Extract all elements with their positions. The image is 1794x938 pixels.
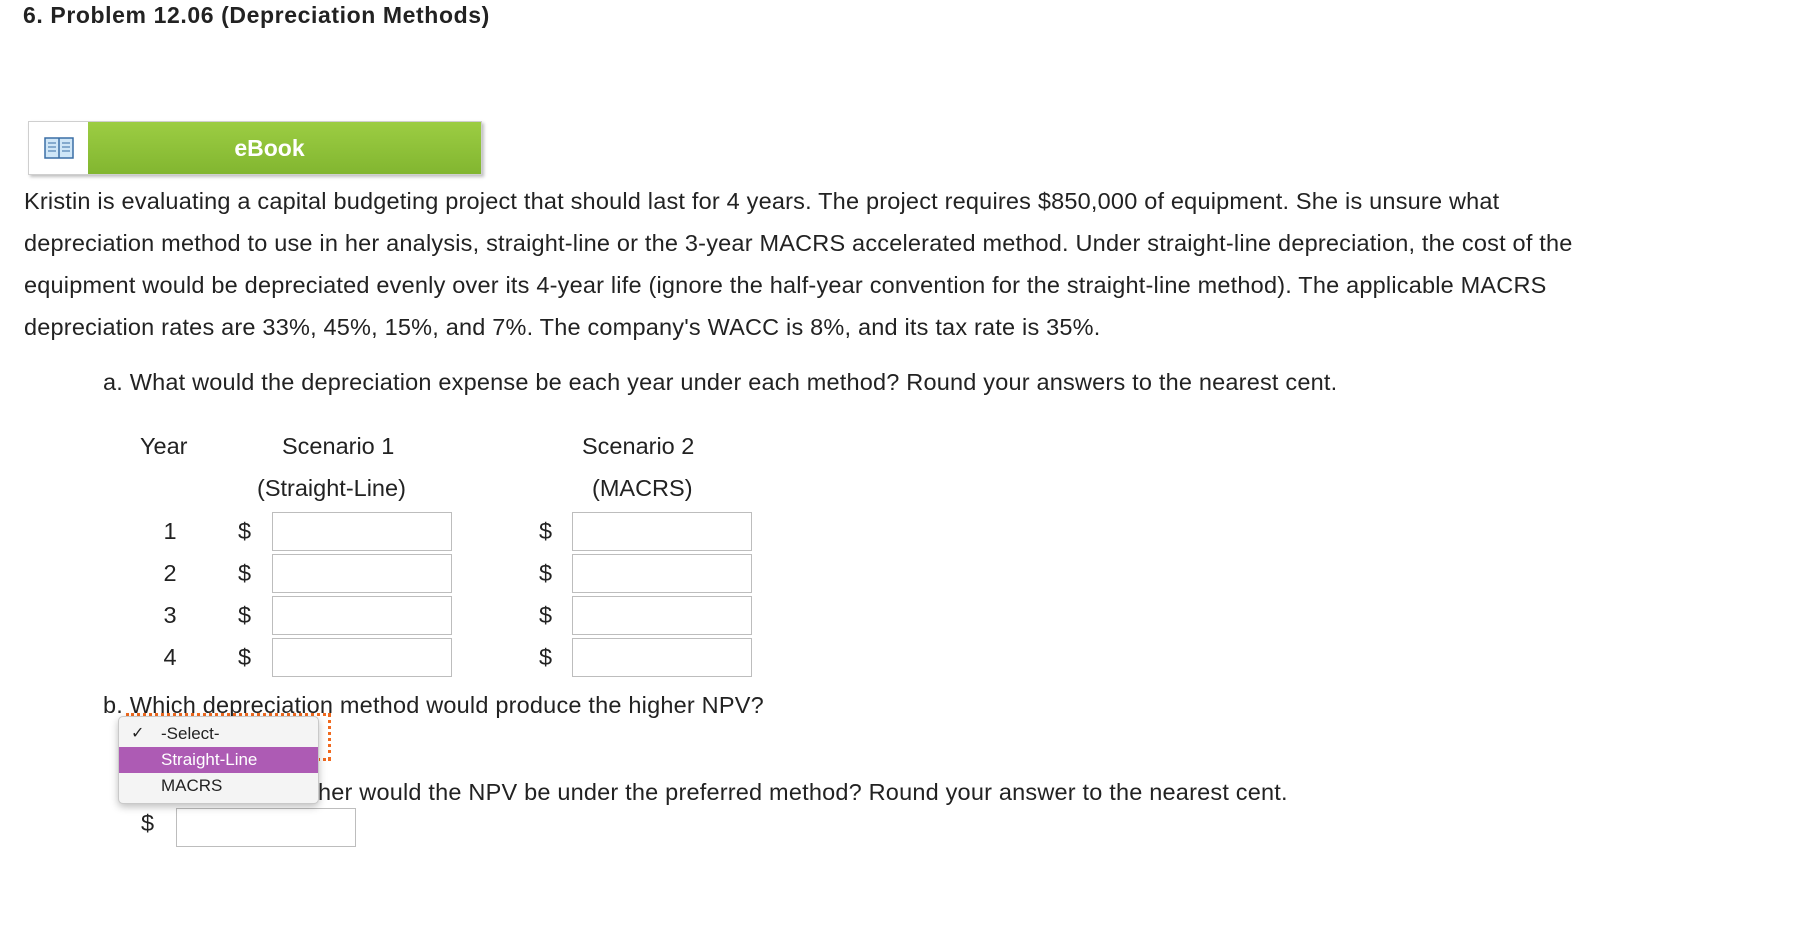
year-label: 1: [163, 518, 177, 544]
scenario1-year3-input[interactable]: [272, 596, 452, 635]
dollar-sign: $: [238, 560, 252, 586]
paragraph-line: Kristin is evaluating a capital budgetin…: [24, 188, 1500, 214]
scenario1-header: Scenario 1: [282, 433, 395, 459]
scenario2-year1-input[interactable]: [572, 512, 752, 551]
option-label: -Select-: [161, 724, 220, 743]
scenario1-subheader: (Straight-Line): [257, 475, 406, 501]
dollar-sign: $: [238, 644, 252, 670]
dollar-sign: $: [539, 602, 553, 628]
scenario1-year1-input[interactable]: [272, 512, 452, 551]
year-label: 2: [163, 560, 177, 586]
scenario1-year4-input[interactable]: [272, 638, 452, 677]
npv-method-dropdown[interactable]: ✓ -Select- Straight-Line MACRS: [118, 716, 319, 804]
year-label: 4: [163, 644, 177, 670]
dropdown-option-select[interactable]: ✓ -Select-: [119, 721, 318, 747]
problem-page: 6. Problem 12.06 (Depreciation Methods) …: [0, 0, 1794, 938]
scenario2-year3-input[interactable]: [572, 596, 752, 635]
dollar-sign: $: [238, 518, 252, 544]
paragraph-line: depreciation method to use in her analys…: [24, 230, 1573, 256]
scenario2-header: Scenario 2: [582, 433, 695, 459]
scenario2-year4-input[interactable]: [572, 638, 752, 677]
dollar-sign: $: [539, 518, 553, 544]
paragraph-line: equipment would be depreciated evenly ov…: [24, 272, 1547, 298]
checkmark-icon: ✓: [131, 725, 145, 742]
problem-paragraph: Kristin is evaluating a capital budgetin…: [24, 180, 1794, 348]
option-label: Straight-Line: [161, 750, 258, 769]
dollar-sign: $: [141, 810, 155, 836]
dollar-sign: $: [539, 560, 553, 586]
scenario2-year2-input[interactable]: [572, 554, 752, 593]
dropdown-option-straight-line[interactable]: Straight-Line: [119, 747, 318, 773]
question-c-text: her would the NPV be under the preferred…: [318, 779, 1288, 805]
npv-answer-input[interactable]: [176, 808, 356, 847]
ebook-label: eBook: [88, 122, 481, 174]
paragraph-line: depreciation rates are 33%, 45%, 15%, an…: [24, 314, 1101, 340]
option-label: MACRS: [161, 776, 223, 795]
year-header: Year: [140, 433, 188, 459]
dollar-sign: $: [539, 644, 553, 670]
scenario2-subheader: (MACRS): [592, 475, 693, 501]
problem-title: 6. Problem 12.06 (Depreciation Methods): [23, 2, 490, 28]
ebook-button[interactable]: eBook: [28, 121, 482, 175]
question-a-text: a. What would the depreciation expense b…: [103, 369, 1338, 395]
dropdown-option-macrs[interactable]: MACRS: [119, 773, 318, 799]
year-label: 3: [163, 602, 177, 628]
dollar-sign: $: [238, 602, 252, 628]
scenario1-year2-input[interactable]: [272, 554, 452, 593]
book-icon: [29, 122, 88, 174]
